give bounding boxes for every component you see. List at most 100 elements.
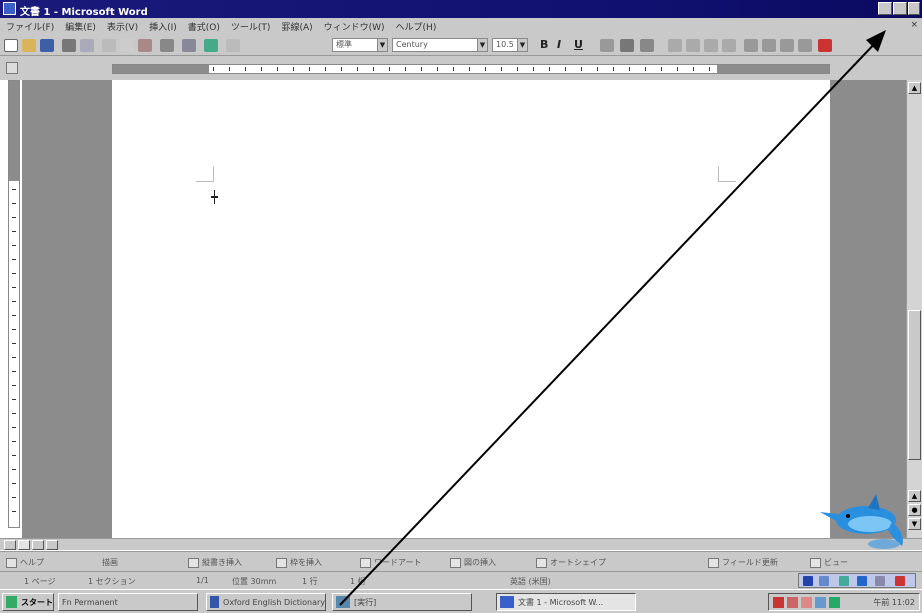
taskbar-button-permanent[interactable]: Fn Permanent bbox=[58, 593, 198, 611]
ime-input-icon[interactable] bbox=[819, 576, 829, 586]
new-document-icon[interactable] bbox=[4, 39, 18, 52]
justify-icon[interactable] bbox=[722, 39, 736, 52]
drawing-icon[interactable] bbox=[204, 39, 218, 52]
menu-view[interactable]: 表示(V) bbox=[107, 20, 138, 33]
cut-icon[interactable] bbox=[102, 39, 116, 52]
left-workspace bbox=[22, 80, 112, 538]
ruler-tick bbox=[12, 343, 16, 344]
menu-window[interactable]: ウィンドウ(W) bbox=[324, 20, 385, 33]
ruler-tick bbox=[389, 67, 390, 71]
numbering-icon[interactable] bbox=[744, 39, 758, 52]
next-page-icon[interactable]: ▼ bbox=[908, 518, 921, 530]
ruler-tick bbox=[12, 427, 16, 428]
horizontal-scrollbar[interactable] bbox=[0, 538, 922, 550]
toolbar: 標準 ▼ Century ▼ 10.5 ▼ B I U bbox=[0, 34, 922, 56]
increase-indent-icon[interactable] bbox=[798, 39, 812, 52]
drawbar-view[interactable]: ビュー bbox=[810, 557, 848, 568]
align-left-icon[interactable] bbox=[668, 39, 682, 52]
align-center-icon[interactable] bbox=[686, 39, 700, 52]
underline-button[interactable]: U bbox=[574, 38, 583, 51]
font-combo[interactable]: Century ▼ bbox=[392, 38, 488, 52]
menu-file[interactable]: ファイル(F) bbox=[6, 20, 54, 33]
tab-selector[interactable] bbox=[6, 62, 18, 74]
word-app-icon[interactable] bbox=[3, 2, 16, 15]
menu-format[interactable]: 書式(O) bbox=[188, 20, 220, 33]
drawbar-help[interactable]: ヘルプ bbox=[6, 557, 44, 568]
menu-tools[interactable]: ツール(T) bbox=[231, 20, 271, 33]
select-browse-object-icon[interactable]: ● bbox=[908, 504, 921, 516]
undo-icon[interactable] bbox=[160, 39, 174, 52]
outline-view-icon[interactable] bbox=[46, 540, 58, 550]
chevron-down-icon[interactable]: ▼ bbox=[477, 39, 487, 51]
document-close-button[interactable]: × bbox=[910, 20, 918, 30]
table-icon[interactable] bbox=[182, 39, 196, 52]
ruler-tick bbox=[421, 67, 422, 71]
font-size-combo[interactable]: 10.5 ▼ bbox=[492, 38, 528, 52]
tray-volume-icon[interactable] bbox=[829, 597, 840, 608]
minimize-button[interactable] bbox=[878, 2, 892, 15]
dolphin-assistant-icon[interactable] bbox=[818, 490, 908, 552]
ime-convert-icon[interactable] bbox=[839, 576, 849, 586]
copy-icon[interactable] bbox=[120, 39, 134, 52]
drawbar-insert-picture[interactable]: 図の挿入 bbox=[450, 557, 496, 568]
tray-ime-icon[interactable] bbox=[773, 597, 784, 608]
maximize-button[interactable] bbox=[893, 2, 907, 15]
vertical-ruler[interactable] bbox=[8, 80, 20, 528]
font-color-icon[interactable] bbox=[818, 39, 832, 52]
start-button[interactable]: スタート bbox=[2, 593, 54, 611]
style-combo[interactable]: 標準 ▼ bbox=[332, 38, 388, 52]
scroll-thumb[interactable] bbox=[908, 310, 921, 460]
ime-pad-icon[interactable] bbox=[857, 576, 867, 586]
ruler-tick bbox=[12, 385, 16, 386]
ime-mode-icon[interactable] bbox=[803, 576, 813, 586]
prev-page-icon[interactable]: ▲ bbox=[908, 490, 921, 502]
align-right-icon[interactable] bbox=[704, 39, 718, 52]
italic-button[interactable]: I bbox=[557, 38, 561, 51]
taskbar-clock: 午前 11:02 bbox=[873, 598, 915, 607]
scroll-up-icon[interactable]: ▲ bbox=[908, 82, 921, 94]
menu-insert[interactable]: 挿入(I) bbox=[149, 20, 177, 33]
horizontal-ruler[interactable] bbox=[112, 64, 830, 74]
drawbar-frame[interactable]: 枠を挿入 bbox=[276, 557, 322, 568]
open-folder-icon[interactable] bbox=[22, 39, 36, 52]
ime-help-icon[interactable] bbox=[875, 576, 885, 586]
ruler-tick bbox=[12, 483, 16, 484]
chevron-down-icon[interactable]: ▼ bbox=[377, 39, 387, 51]
save-icon[interactable] bbox=[40, 39, 54, 52]
taskbar-button-run[interactable]: [実行] bbox=[332, 593, 472, 611]
ruler-tick bbox=[437, 67, 438, 71]
paste-icon[interactable] bbox=[138, 39, 152, 52]
taskbar-button-word[interactable]: 文書 1 - Microsoft W... bbox=[496, 593, 636, 611]
picture-icon bbox=[450, 557, 461, 568]
chevron-down-icon[interactable]: ▼ bbox=[517, 39, 527, 51]
document-page[interactable] bbox=[112, 80, 830, 538]
page-view-icon[interactable] bbox=[32, 540, 44, 550]
ime-close-icon[interactable] bbox=[895, 576, 905, 586]
ime-toolbar[interactable] bbox=[798, 573, 916, 588]
vertical-scrollbar[interactable]: ▲ ▲ ● ▼ bbox=[906, 80, 922, 538]
show-hide-icon[interactable] bbox=[226, 39, 240, 52]
menu-edit[interactable]: 編集(E) bbox=[65, 20, 96, 33]
drawbar-wordart[interactable]: ワードアート bbox=[360, 557, 422, 568]
bold-button[interactable]: B bbox=[540, 38, 548, 51]
character-scale-icon[interactable] bbox=[640, 39, 654, 52]
decrease-indent-icon[interactable] bbox=[780, 39, 794, 52]
taskbar-button-oxford[interactable]: Oxford English Dictionary bbox=[206, 593, 326, 611]
drawbar-update-field[interactable]: フィールド更新 bbox=[708, 557, 778, 568]
bullets-icon[interactable] bbox=[762, 39, 776, 52]
tray-network-icon[interactable] bbox=[815, 597, 826, 608]
menu-help[interactable]: ヘルプ(H) bbox=[396, 20, 437, 33]
border-icon[interactable] bbox=[600, 39, 614, 52]
drawbar-draw[interactable]: 描画 bbox=[102, 557, 118, 568]
tray-input-icon[interactable] bbox=[787, 597, 798, 608]
character-shading-icon[interactable] bbox=[620, 39, 634, 52]
print-preview-icon[interactable] bbox=[80, 39, 94, 52]
normal-view-icon[interactable] bbox=[4, 540, 16, 550]
menu-table[interactable]: 罫線(A) bbox=[281, 20, 312, 33]
tray-app-icon[interactable] bbox=[801, 597, 812, 608]
close-button[interactable] bbox=[908, 2, 920, 15]
drawbar-vertical-text[interactable]: 縦書き挿入 bbox=[188, 557, 242, 568]
layout-view-icon[interactable] bbox=[18, 540, 30, 550]
drawbar-autoshape[interactable]: オートシェイプ bbox=[536, 557, 606, 568]
print-icon[interactable] bbox=[62, 39, 76, 52]
